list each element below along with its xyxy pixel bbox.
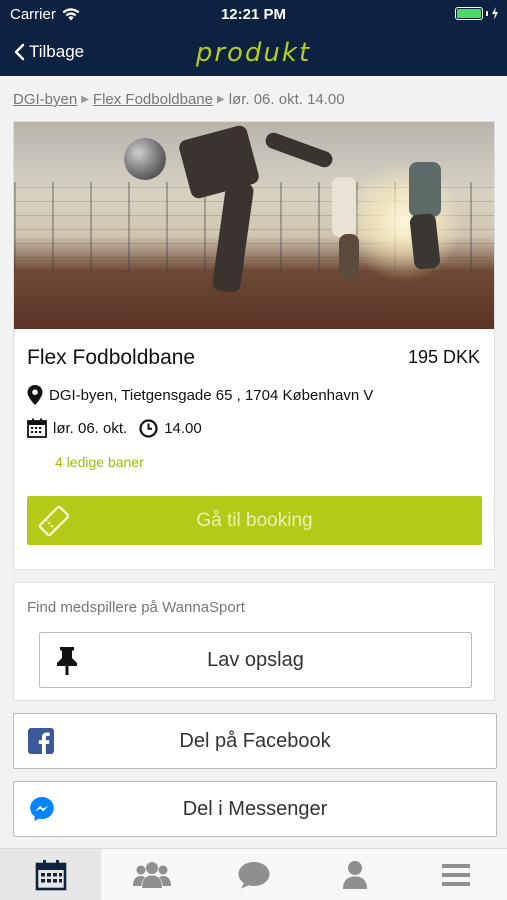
tab-messages[interactable] [203, 849, 304, 900]
tab-calendar[interactable] [0, 849, 102, 900]
breadcrumb-link-product[interactable]: Flex Fodboldbane [93, 91, 213, 108]
breadcrumb-separator-icon: ▶ [217, 94, 225, 105]
app-header: Carrier 12:21 PM Tilbage produkt [0, 0, 507, 76]
location-pin-icon [27, 385, 43, 405]
share-facebook-label: Del på Facebook [179, 729, 331, 752]
share-messenger-label: Del i Messenger [182, 797, 328, 820]
breadcrumb-current: lør. 06. okt. 14.00 [228, 91, 345, 108]
chat-icon [238, 861, 270, 888]
tab-menu[interactable] [406, 849, 507, 900]
group-icon [133, 861, 172, 888]
nav-bar: Tilbage produkt [0, 32, 507, 72]
clock-icon [139, 418, 158, 438]
status-time: 12:21 PM [220, 6, 287, 23]
messenger-icon [28, 795, 56, 823]
pushpin-icon [54, 645, 80, 675]
create-post-button[interactable]: Lav opslag [39, 632, 472, 688]
facebook-icon [28, 728, 54, 754]
availability-text: 4 ledige baner [55, 454, 144, 470]
tab-bar [0, 848, 507, 900]
address-text: DGI-byen, Tietgensgade 65 , 1704 Københa… [49, 386, 374, 404]
battery-icon [455, 7, 499, 20]
share-messenger-button[interactable]: Del i Messenger [13, 781, 497, 837]
booking-button[interactable]: Gå til booking [27, 496, 482, 545]
tab-profile[interactable] [304, 849, 405, 900]
date-text: lør. 06. okt. [53, 419, 128, 437]
product-price: 195 DKK [407, 347, 480, 367]
calendar-icon [35, 859, 67, 890]
time-text: 14.00 [164, 419, 202, 437]
breadcrumb-separator-icon: ▶ [81, 94, 89, 105]
breadcrumb: DGI-byen ▶ Flex Fodboldbane ▶ lør. 06. o… [13, 91, 345, 108]
page-title: produkt [195, 38, 312, 68]
booking-button-label: Gå til booking [196, 509, 313, 531]
create-post-label: Lav opslag [207, 648, 304, 671]
tab-groups[interactable] [101, 849, 202, 900]
product-card: Flex Fodboldbane 195 DKK DGI-byen, Tietg… [13, 121, 495, 570]
date-row: lør. 06. okt. 14.00 [27, 418, 202, 438]
menu-icon [442, 863, 471, 886]
share-facebook-button[interactable]: Del på Facebook [13, 713, 497, 769]
wannasport-card: Find medspillere på WannaSport Lav opsla… [13, 582, 495, 701]
product-photo [14, 122, 494, 329]
product-name: Flex Fodboldbane [27, 346, 196, 369]
ticket-icon [38, 505, 70, 537]
status-bar: Carrier 12:21 PM [0, 0, 507, 28]
profile-icon [342, 860, 367, 889]
calendar-icon [27, 418, 47, 438]
breadcrumb-link-venue[interactable]: DGI-byen [13, 91, 77, 108]
address-row: DGI-byen, Tietgensgade 65 , 1704 Københa… [27, 385, 373, 405]
wannasport-label: Find medspillere på WannaSport [27, 599, 245, 616]
